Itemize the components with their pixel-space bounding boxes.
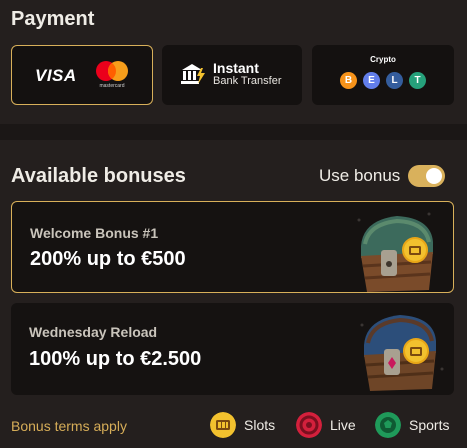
bonuses-title: Available bonuses (11, 165, 186, 187)
crypto-title: Crypto (370, 55, 396, 64)
use-bonus-toggle[interactable] (408, 165, 445, 187)
treasure-chest-icon (360, 315, 444, 391)
toggle-knob (426, 168, 442, 184)
bonus-name: Welcome Bonus #1 (30, 225, 159, 241)
payment-option-cards[interactable]: VISA mastercard (11, 45, 153, 105)
bonus-value: 100% up to €2.500 (29, 348, 202, 370)
payment-option-crypto[interactable]: Crypto B E L T (312, 45, 454, 105)
ethereum-icon: E (363, 72, 380, 89)
visa-logo: VISA (35, 66, 77, 85)
sports-icon (375, 412, 401, 438)
bank-transfer-subtitle: Bank Transfer (213, 75, 282, 87)
category-slots[interactable]: Slots (210, 412, 280, 438)
bitcoin-icon: B (340, 72, 357, 89)
mastercard-caption: mastercard (99, 83, 125, 89)
payment-title: Payment (11, 8, 95, 30)
treasure-chest-icon (357, 212, 433, 292)
mastercard-circles-icon (96, 61, 128, 81)
live-icon (296, 412, 322, 438)
tether-icon: T (409, 72, 426, 89)
bonus-name: Wednesday Reload (29, 324, 158, 340)
category-sports-label: Sports (409, 417, 450, 433)
bonus-value: 200% up to €500 (30, 248, 186, 270)
bank-transfer-title: Instant (213, 60, 259, 76)
bonus-terms-link[interactable]: Bonus terms apply (11, 418, 127, 434)
bonus-card-welcome[interactable]: Welcome Bonus #1 200% up to €500 (11, 201, 454, 293)
bank-icon (181, 64, 205, 84)
litecoin-icon: L (386, 72, 403, 89)
payment-option-bank-transfer[interactable]: Instant Bank Transfer (162, 45, 302, 105)
use-bonus-label: Use bonus (319, 166, 401, 185)
category-live-label: Live (330, 417, 356, 433)
bonus-card-wednesday-reload[interactable]: Wednesday Reload 100% up to €2.500 (11, 303, 454, 395)
category-slots-label: Slots (244, 417, 276, 433)
slots-icon (210, 412, 236, 438)
mastercard-logo: mastercard (94, 60, 130, 90)
category-sports[interactable]: Sports (375, 412, 455, 438)
category-live[interactable]: Live (296, 412, 358, 438)
